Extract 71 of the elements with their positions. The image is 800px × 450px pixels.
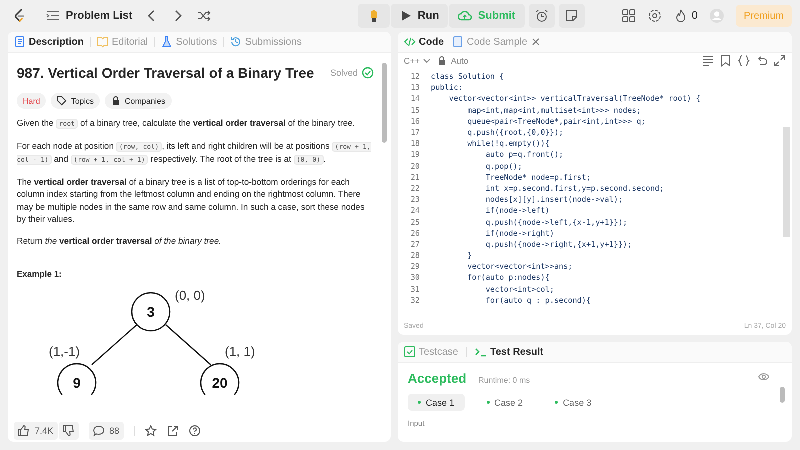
flask-icon: [161, 36, 174, 48]
tag-chip[interactable]: Topics: [51, 93, 100, 109]
play-icon: [400, 10, 412, 22]
description-paragraph: Return the vertical order traversal of the binary tree.: [17, 234, 222, 247]
like-button[interactable]: 7.4K: [14, 422, 58, 440]
panel-tab[interactable]: Description: [14, 33, 84, 51]
grid-icon[interactable]: [622, 9, 636, 23]
share-icon[interactable]: [166, 425, 179, 437]
eye-icon[interactable]: [758, 371, 770, 383]
thumbs-up-icon: [18, 425, 30, 437]
list-icon: [46, 9, 60, 23]
tree-node: [57, 363, 97, 396]
case-tab[interactable]: Case 3: [545, 394, 602, 411]
help-icon[interactable]: [188, 425, 201, 437]
flame-icon: [674, 9, 688, 23]
node-value: 20: [212, 375, 228, 391]
lock-icon: [111, 96, 122, 106]
cloud-upload-icon: [458, 9, 472, 23]
debug-button[interactable]: [358, 4, 390, 28]
checkbox-icon: [404, 346, 416, 358]
bookmark-icon[interactable]: [720, 55, 732, 67]
streak-counter[interactable]: 0: [674, 9, 698, 23]
tree-edge: [166, 324, 212, 366]
dislike-icon[interactable]: [58, 422, 79, 440]
expand-icon[interactable]: [774, 55, 786, 67]
run-button[interactable]: Run: [390, 4, 448, 28]
coordinate-label: (1, 1): [225, 344, 256, 359]
console-tab[interactable]: Test Result: [475, 343, 544, 361]
mode-label: Auto: [451, 56, 469, 66]
settings-icon[interactable]: [648, 9, 662, 23]
comments-button[interactable]: 88: [88, 422, 124, 440]
tree-node: [200, 363, 240, 396]
tree-edge: [92, 324, 138, 366]
format-icon[interactable]: [702, 55, 714, 67]
star-icon[interactable]: [144, 425, 157, 437]
case-tab[interactable]: Case 1: [408, 394, 465, 411]
tag-icon: [57, 96, 68, 106]
tree-node: [131, 292, 171, 332]
example-heading: Example 1:: [17, 269, 63, 279]
logo-icon[interactable]: [14, 8, 26, 24]
case-tab[interactable]: Case 2: [476, 394, 534, 411]
braces-icon[interactable]: [738, 55, 750, 67]
history-icon: [230, 36, 242, 48]
note-icon[interactable]: [558, 4, 585, 28]
alarm-clock-icon[interactable]: [528, 4, 555, 28]
code-icon: [404, 36, 416, 48]
difficulty-badge: Hard: [17, 93, 46, 109]
node-value: 3: [147, 304, 155, 320]
tag-chip[interactable]: Companies: [105, 93, 172, 109]
lock-icon: [437, 56, 448, 66]
problem-list-button[interactable]: Problem List: [46, 9, 133, 23]
file-icon: [452, 36, 464, 48]
close-icon[interactable]: [530, 37, 541, 47]
editor-tab[interactable]: Code: [404, 33, 444, 51]
problem-title: 987. Vertical Order Traversal of a Binary Tree: [17, 65, 316, 81]
terminal-icon: [475, 346, 488, 358]
shuffle-icon[interactable]: [196, 9, 211, 23]
coordinate-label: (0, 0): [175, 288, 206, 303]
coordinate-label: (1,-1): [49, 344, 80, 359]
runtime-label: Runtime: 0 ms: [478, 376, 530, 385]
check-circle-icon: [362, 67, 374, 79]
caret-icon: [423, 57, 432, 65]
reset-icon[interactable]: [756, 55, 768, 67]
comment-icon: [92, 425, 105, 437]
verdict-label: Accepted: [408, 371, 467, 386]
node-value: 9: [73, 375, 81, 391]
description-paragraph: The vertical order traversal of a binary tree is a list of top-to-bottom orderings for each column index starting from the leftmost column and ending on the rightmost column. There may be multiple nodes in the same row and same column. In such a case, sort these nodes by their values.: [17, 176, 366, 226]
solved-status: Solved: [330, 68, 358, 78]
document-icon: [14, 36, 26, 48]
language-dropdown[interactable]: C++: [404, 56, 432, 66]
book-icon: [97, 36, 110, 48]
